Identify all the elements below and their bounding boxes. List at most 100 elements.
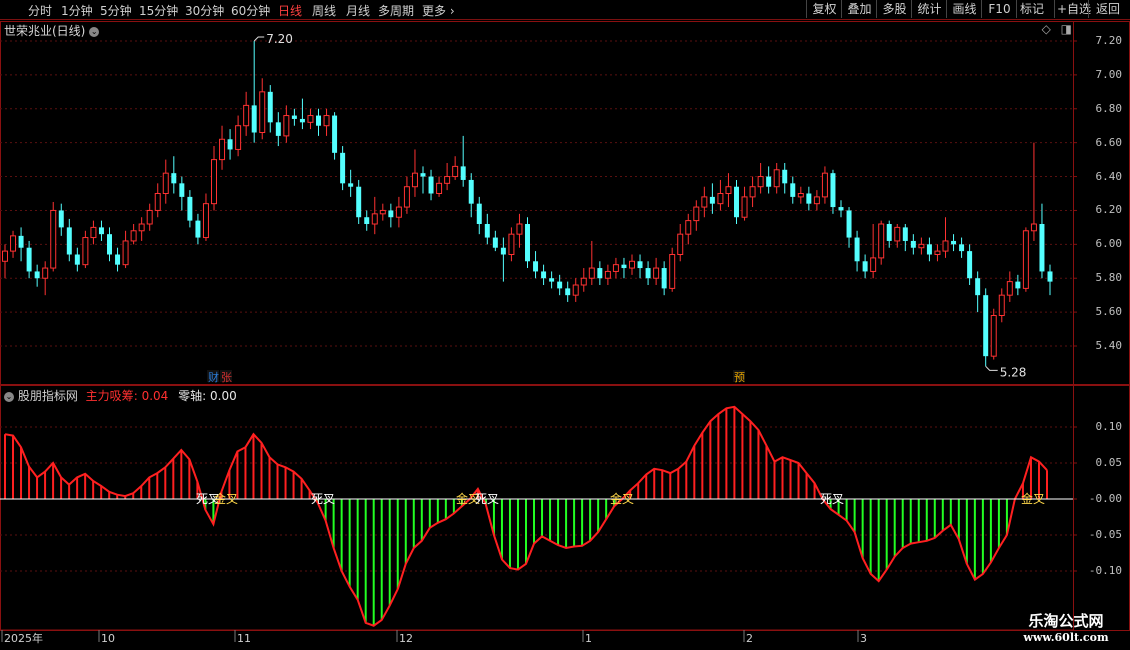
candle-body-down	[661, 268, 667, 289]
price-axis-label: 5.40	[1095, 339, 1123, 352]
watermark-title: 乐淘公式网	[1028, 612, 1104, 630]
event-marker: 预	[734, 371, 745, 384]
site-watermark: 乐淘公式网 www.60lt.com	[1010, 610, 1122, 650]
candle-body-up	[90, 226, 97, 239]
candle-body-down	[171, 173, 177, 184]
cross-signal-label: 死叉	[311, 492, 335, 506]
candle-body-up	[516, 223, 523, 235]
candle-body-up	[773, 169, 780, 188]
candle-body-up	[998, 294, 1005, 316]
candle-body-up	[580, 277, 587, 286]
candle-body-up	[411, 172, 418, 188]
candle-body-down	[862, 261, 868, 272]
candle-body-down	[484, 224, 490, 238]
candle-body-down	[98, 227, 104, 235]
candle-body-down	[348, 183, 354, 187]
candle-body-up	[878, 223, 885, 259]
candle-body-down	[26, 247, 32, 272]
event-marker: 财	[208, 370, 219, 384]
candle-body-up	[693, 206, 700, 222]
indicator-axis-label: -0.00	[1088, 492, 1122, 505]
candle-body-up	[629, 260, 635, 269]
candle-body-up	[130, 230, 137, 242]
price-axis-label: 5.60	[1095, 305, 1123, 319]
candle-body-down	[910, 240, 916, 248]
candle-body-up	[612, 264, 619, 272]
candle-body-up	[741, 196, 748, 218]
candle-body-up	[243, 104, 250, 127]
candle-body-down	[565, 288, 571, 296]
time-axis-label: 12	[399, 632, 413, 645]
candle-body-down	[420, 173, 426, 177]
candle-body-down	[364, 217, 370, 224]
candle-body-up	[259, 91, 266, 134]
candle-body-up	[146, 209, 153, 225]
candle-body-up	[894, 226, 901, 242]
time-axis-label: 2025年	[4, 631, 43, 645]
candle-body-up	[1022, 230, 1029, 289]
candle-body-up	[918, 243, 925, 249]
candle-body-down	[967, 251, 973, 279]
candle-body-up	[934, 250, 941, 256]
price-axis-label: 6.80	[1095, 101, 1123, 115]
candle-body-up	[379, 209, 386, 215]
candle-body-down	[846, 210, 852, 238]
candle-body-up	[653, 267, 660, 279]
cross-signal-label: 金叉	[1021, 491, 1045, 506]
candle-body-up	[669, 254, 676, 289]
candle-body-down	[621, 264, 627, 269]
candle-body-down	[18, 235, 24, 248]
candle-body-down	[195, 220, 201, 238]
cross-signal-label: 金叉	[214, 491, 238, 506]
candle-body-up	[813, 196, 820, 205]
candle-body-down	[1047, 271, 1053, 282]
candle-body-down	[902, 227, 908, 241]
candle-body-up	[685, 220, 692, 235]
candle-body-down	[959, 244, 965, 252]
candle-body-down	[251, 105, 257, 133]
candle-body-down	[299, 118, 305, 123]
candle-body-down	[557, 281, 563, 289]
candle-body-down	[332, 115, 338, 153]
candle-body-up	[452, 165, 459, 178]
candle-body-up	[307, 115, 314, 123]
time-axis-label: 2	[746, 632, 753, 645]
candle-body-down	[492, 237, 498, 248]
indicator-axis-label: 0.05	[1095, 456, 1123, 469]
indicator-axis-label: 0.10	[1095, 420, 1123, 433]
stock-chart[interactable]: 7.205.28财张预死叉金叉 死叉 金叉死叉 金叉 死叉 金叉2025年 10 11 12 1 2…	[0, 0, 1130, 650]
candle-body-up	[323, 115, 330, 127]
candle-body-up	[202, 203, 209, 239]
candle-body-up	[677, 233, 684, 256]
candle-body-up	[154, 193, 161, 211]
candle-body-up	[122, 240, 129, 266]
candle-body-down	[541, 271, 547, 279]
candle-body-up	[403, 186, 410, 208]
time-axis-label: 11	[237, 632, 251, 645]
min-price-pointer	[985, 365, 998, 371]
price-axis-label: 6.60	[1095, 135, 1123, 149]
time-axis-label: 3	[860, 632, 867, 645]
candle-body-down	[476, 203, 482, 224]
candle-body-down	[830, 173, 836, 208]
candle-body-down	[549, 278, 555, 282]
candle-body-down	[66, 227, 72, 255]
candle-body-down	[951, 240, 957, 245]
candle-body-down	[790, 183, 796, 197]
candle-body-up	[283, 115, 290, 137]
candle-body-up	[797, 193, 804, 198]
candle-body-up	[508, 233, 515, 256]
max-price-pointer	[253, 36, 265, 42]
candle-body-down	[115, 254, 121, 265]
candle-body-up	[42, 267, 49, 279]
candle-body-down	[533, 261, 539, 272]
candle-body-down	[886, 224, 892, 241]
candle-body-down	[74, 254, 80, 265]
candle-body-down	[645, 268, 651, 279]
min-price-label: 5.28	[1000, 365, 1027, 379]
candle-body-down	[806, 193, 812, 204]
candle-body-down	[227, 139, 233, 150]
candle-body-down	[468, 179, 474, 204]
candle-body-up	[870, 257, 877, 272]
candle-body-down	[1015, 281, 1021, 289]
